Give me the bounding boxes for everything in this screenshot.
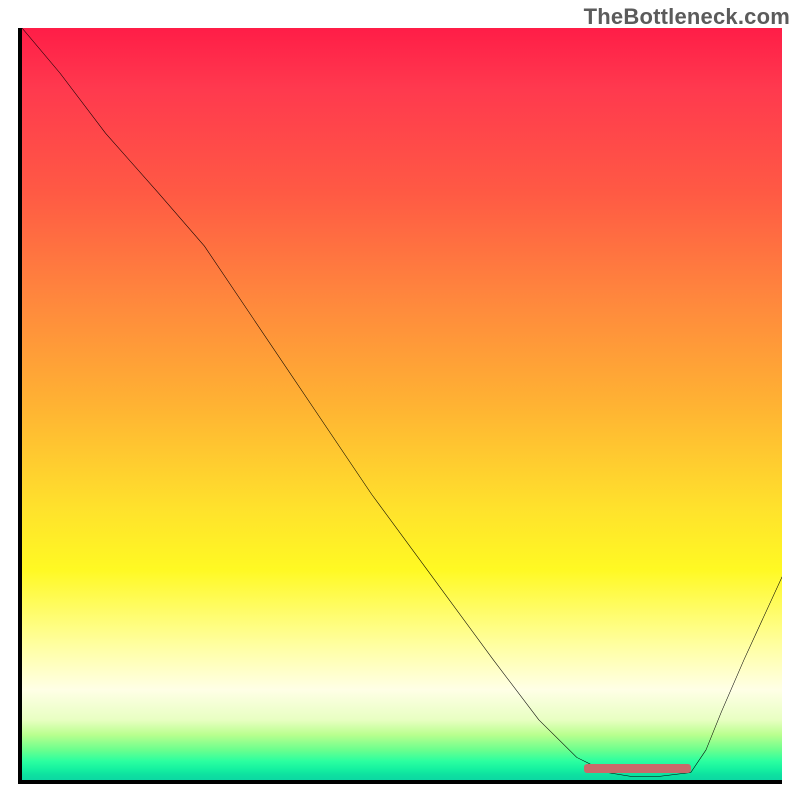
plot-area bbox=[18, 28, 782, 784]
bottleneck-curve bbox=[22, 28, 782, 780]
attribution-label: TheBottleneck.com bbox=[584, 4, 790, 30]
optimum-marker bbox=[584, 764, 690, 773]
curve-path bbox=[22, 28, 782, 776]
chart-container: TheBottleneck.com bbox=[0, 0, 800, 800]
